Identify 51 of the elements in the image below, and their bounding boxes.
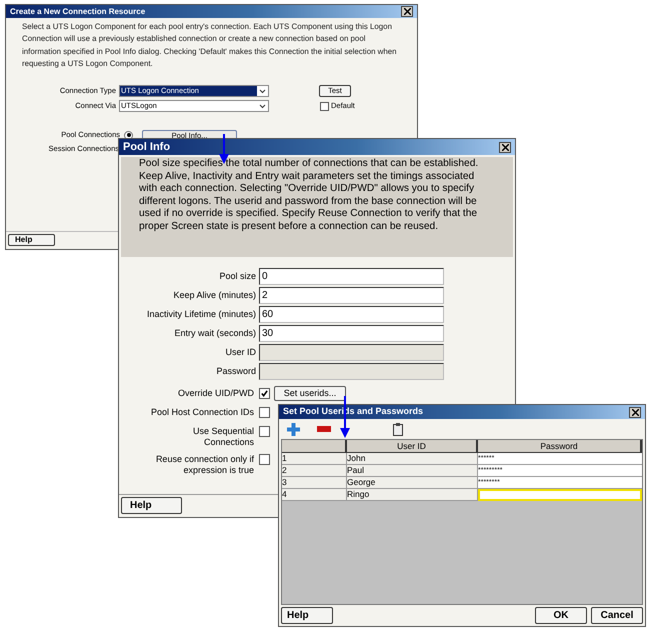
- minus-icon: [317, 426, 331, 432]
- input-field[interactable]: 30: [259, 325, 444, 342]
- set-userids-button[interactable]: Set userids...: [274, 386, 346, 401]
- field-label: Entry wait (seconds): [173, 326, 257, 340]
- field-label: User ID: [224, 346, 257, 359]
- checkbox[interactable]: [259, 426, 270, 437]
- plus-icon: [287, 422, 300, 436]
- window-title: Pool Info: [123, 140, 170, 155]
- password-cell[interactable]: [478, 489, 642, 501]
- table-cell: 3: [282, 477, 347, 489]
- checkbox-label: Reuse connection only if expression is true: [154, 454, 254, 476]
- field-value: 2: [262, 290, 268, 301]
- table-cell: Ringo: [347, 489, 478, 501]
- close-button[interactable]: [499, 142, 511, 152]
- table-cell: George: [347, 477, 478, 489]
- cancel-button[interactable]: Cancel: [591, 607, 643, 624]
- close-icon: [502, 144, 508, 150]
- input-field[interactable]: 2: [259, 287, 444, 304]
- checkbox[interactable]: [259, 407, 270, 418]
- checkbox[interactable]: [259, 388, 270, 399]
- close-icon: [632, 408, 638, 416]
- field-label: Keep Alive (minutes): [172, 288, 257, 302]
- table-cell: John: [347, 453, 478, 465]
- field-label: Password: [215, 364, 257, 378]
- description-text: Pool size specifies the total number of connections that can be established. Keep Alive, Inactivity and Entry wait parameters set the timings associated with each connection. Selecting "Override UID/PWD" allows you to specify different logons. The userid and password from the base connection will be used if no override is specified. Specify Reuse Connection to verify that the proper Screen state is present before a connection can be reused.: [139, 158, 480, 234]
- table-cell: 1: [282, 453, 347, 465]
- checkbox-label: Override UID/PWD: [178, 388, 254, 399]
- help-button[interactable]: Help: [121, 497, 182, 514]
- checkbox-label: Use Sequential Connections: [192, 426, 254, 448]
- close-icon: [404, 8, 410, 15]
- field-value: 0: [262, 271, 268, 282]
- ok-button[interactable]: OK: [535, 607, 587, 624]
- checkbox-label: Pool Host Connection IDs: [150, 407, 254, 418]
- checkbox[interactable]: [320, 102, 329, 110]
- field-label: Inactivity Lifetime (minutes): [146, 308, 257, 321]
- close-button[interactable]: [401, 6, 413, 17]
- table-cell: 4: [282, 489, 347, 501]
- field-value: 30: [262, 328, 274, 339]
- field-value: 60: [262, 309, 274, 320]
- window-title: Create a New Connection Resource: [10, 6, 146, 18]
- clipboard-icon: [393, 422, 403, 436]
- table-cell: Paul: [347, 465, 478, 477]
- table-cell: 2: [282, 465, 347, 477]
- input-field[interactable]: 60: [259, 306, 444, 323]
- close-button[interactable]: [629, 406, 641, 418]
- checkbox[interactable]: [259, 454, 270, 465]
- check-icon: [261, 390, 268, 397]
- help-button[interactable]: Help: [281, 607, 333, 624]
- help-button[interactable]: Help: [8, 234, 55, 246]
- field-label: Pool size: [218, 270, 257, 283]
- input-field[interactable]: 0: [259, 268, 444, 285]
